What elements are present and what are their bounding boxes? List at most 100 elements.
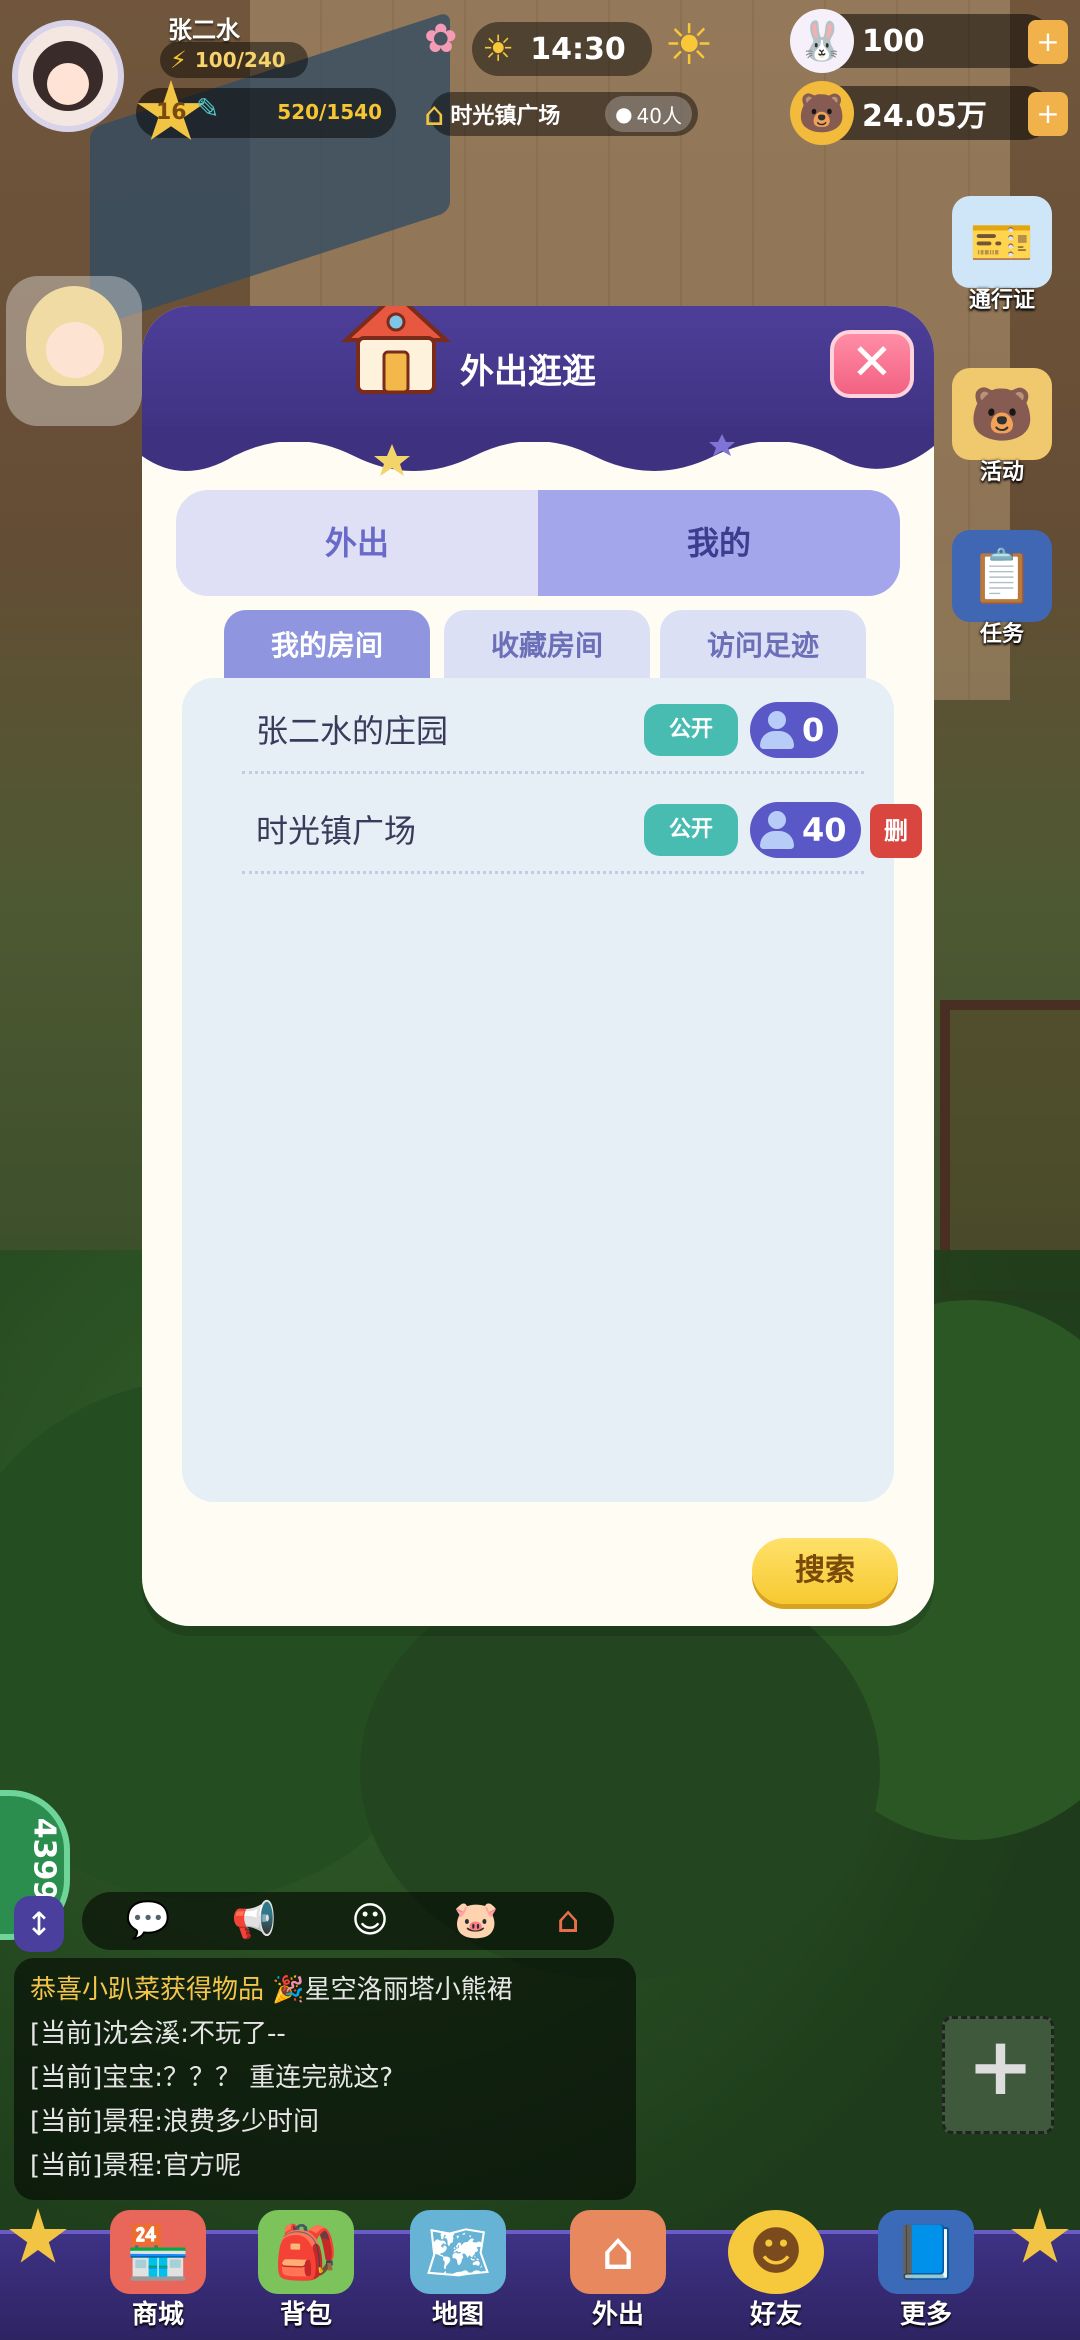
activity-button[interactable]: 🐻 活动 bbox=[942, 368, 1062, 486]
emote-bar: 💬 📢 ☺ 🐷 ⌂ bbox=[82, 1892, 614, 1950]
chat-line: [当前]景程:官方呢 bbox=[30, 2151, 242, 2181]
segment-mine[interactable]: 我的 bbox=[538, 490, 900, 596]
nav-friends[interactable]: ☻ 好友 bbox=[716, 2210, 836, 2340]
person-icon: ● bbox=[615, 102, 633, 126]
list-item[interactable]: 时光镇广场 公开 40 删 bbox=[242, 778, 922, 874]
game-time: 14:30 bbox=[530, 31, 626, 67]
shop-icon: 🏪 bbox=[110, 2210, 206, 2294]
chat-item: 星空洛丽塔小熊裙 bbox=[304, 1975, 513, 2005]
chat-line: [当前]宝宝:？？？ 重连完就这? bbox=[30, 2063, 394, 2093]
sun-icon[interactable]: ☀ bbox=[664, 18, 714, 74]
backpack-icon: 🎒 bbox=[258, 2210, 354, 2294]
current-location[interactable]: ⌂ 时光镇广场 ● 40人 bbox=[424, 92, 698, 136]
go-out-house-icon: ⌂ bbox=[570, 2210, 666, 2294]
coin-currency[interactable]: 🐻 24.05万 + bbox=[790, 81, 1068, 145]
updown-arrow-icon: ↕ bbox=[25, 1905, 53, 1943]
nav-friends-label: 好友 bbox=[749, 2300, 802, 2330]
user-count: 0 bbox=[802, 711, 825, 749]
level-value: 16 bbox=[156, 100, 187, 125]
gem-value: 100 bbox=[862, 23, 925, 59]
visibility-badge: 公开 bbox=[644, 704, 738, 756]
nav-map[interactable]: 🗺 地图 bbox=[398, 2210, 518, 2340]
weather-sun-icon: ☀ bbox=[482, 28, 515, 70]
header-wave bbox=[142, 426, 934, 476]
activity-label: 活动 bbox=[979, 460, 1024, 485]
player-avatar[interactable] bbox=[12, 20, 124, 132]
delete-button[interactable]: 删 bbox=[870, 804, 922, 858]
task-label: 任务 bbox=[979, 622, 1024, 647]
list-item[interactable]: 张二水的庄园 公开 0 bbox=[242, 678, 864, 774]
party-popper-icon: 🎉 bbox=[272, 1975, 305, 2005]
add-slot-button[interactable]: + bbox=[942, 2016, 1054, 2134]
room-name: 时光镇广场 bbox=[256, 812, 417, 850]
tab-my-rooms[interactable]: 我的房间 bbox=[224, 610, 430, 682]
nav-map-label: 地图 bbox=[431, 2300, 484, 2330]
plus-icon: + bbox=[967, 2020, 1035, 2113]
user-icon bbox=[760, 811, 794, 849]
book-icon: 📘 bbox=[878, 2210, 974, 2294]
pass-icon: 🎫 bbox=[952, 196, 1052, 288]
expand-chat-button[interactable]: ↕ bbox=[14, 1896, 64, 1952]
user-count-badge: 40 bbox=[750, 802, 861, 858]
subtab-bar: 我的房间 收藏房间 访问足迹 bbox=[224, 610, 884, 682]
smile-face-icon[interactable]: ☺ bbox=[344, 1898, 396, 1944]
nav-shop-label: 商城 bbox=[131, 2300, 184, 2330]
avatar-face-icon bbox=[33, 41, 103, 111]
bear-coin-icon: 🐻 bbox=[790, 81, 854, 145]
friends-smiley-icon: ☻ bbox=[728, 2210, 824, 2294]
segment-control: 外出 我的 bbox=[176, 490, 900, 596]
nav-go-out[interactable]: ⌂ 外出 bbox=[558, 2210, 678, 2340]
tab-visit-history[interactable]: 访问足迹 bbox=[660, 610, 866, 682]
go-out-dialog: 外出逛逛 ✕ 外出 我的 我的房间 收藏房间 访问足迹 张二水的庄园 公开 0 … bbox=[142, 306, 934, 1626]
pass-button[interactable]: 🎫 通行证 bbox=[942, 196, 1062, 314]
close-button[interactable]: ✕ bbox=[830, 330, 914, 398]
add-gem-button[interactable]: + bbox=[1028, 20, 1068, 64]
user-count: 40 bbox=[802, 811, 847, 849]
level-bar: 16 ✎ 520/1540 bbox=[136, 80, 396, 141]
nav-more[interactable]: 📘 更多 bbox=[866, 2210, 986, 2340]
nav-bag-label: 背包 bbox=[279, 2300, 332, 2330]
chat-log[interactable]: 恭喜小趴菜获得物品 🎉星空洛丽塔小熊裙 [当前]沈会溪:不玩了-- [当前]宝宝… bbox=[14, 1958, 636, 2200]
energy-value: 100/240 bbox=[194, 48, 286, 72]
bunny-currency-icon: 🐰 bbox=[790, 9, 854, 73]
gem-currency[interactable]: 🐰 100 + bbox=[790, 9, 1068, 73]
location-name: 时光镇广场 bbox=[450, 104, 561, 129]
bottom-nav: 🏪 商城 🎒 背包 🗺 地图 ⌂ 外出 ☻ 好友 📘 更多 bbox=[0, 2208, 1080, 2340]
nav-bag[interactable]: 🎒 背包 bbox=[246, 2210, 366, 2340]
tab-favorite-rooms[interactable]: 收藏房间 bbox=[444, 610, 650, 682]
lightning-icon: ⚡ bbox=[170, 46, 187, 74]
map-icon: 🗺 bbox=[410, 2210, 506, 2294]
npc-avatar[interactable] bbox=[6, 276, 142, 426]
activity-icon: 🐻 bbox=[952, 368, 1052, 460]
weather-time-display: ✿ ☀ 14:30 bbox=[424, 16, 652, 76]
nav-more-label: 更多 bbox=[899, 2300, 952, 2330]
coin-value: 24.05万 bbox=[862, 99, 987, 134]
task-button[interactable]: 📋 任务 bbox=[942, 530, 1062, 648]
chat-line: [当前]景程:浪费多少时间 bbox=[30, 2107, 320, 2137]
player-name: 张二水 bbox=[168, 16, 240, 44]
add-coin-button[interactable]: + bbox=[1028, 92, 1068, 136]
house-emote-icon[interactable]: ⌂ bbox=[542, 1898, 594, 1944]
chat-winner: 恭喜小趴菜 bbox=[30, 1975, 161, 2005]
user-count-badge: 0 bbox=[750, 702, 839, 758]
visibility-badge: 公开 bbox=[644, 804, 738, 856]
feather-icon: ✎ bbox=[196, 92, 220, 125]
energy-bar: ⚡ 100/240 bbox=[160, 42, 308, 78]
segment-go-out[interactable]: 外出 bbox=[176, 490, 538, 596]
chat-bubble-icon[interactable]: 💬 bbox=[122, 1898, 174, 1944]
chat-line: [当前]沈会溪:不玩了-- bbox=[30, 2019, 286, 2049]
megaphone-icon[interactable]: 📢 bbox=[228, 1898, 280, 1944]
task-icon: 📋 bbox=[952, 530, 1052, 622]
online-count: ● 40人 bbox=[605, 96, 692, 132]
user-icon bbox=[760, 711, 794, 749]
nav-shop[interactable]: 🏪 商城 bbox=[98, 2210, 218, 2340]
pass-label: 通行证 bbox=[968, 288, 1035, 313]
pig-face-icon[interactable]: 🐷 bbox=[450, 1898, 502, 1944]
chat-action: 获得物品 bbox=[160, 1975, 265, 2005]
gauge-value: 4399 bbox=[26, 1817, 62, 1902]
online-count-value: 40人 bbox=[636, 103, 682, 128]
exp-value: 520/1540 bbox=[277, 100, 382, 124]
search-button[interactable]: 搜索 bbox=[752, 1538, 898, 1604]
close-icon: ✕ bbox=[851, 333, 893, 391]
chat-line: 恭喜小趴菜获得物品 🎉星空洛丽塔小熊裙 bbox=[30, 1968, 620, 2012]
